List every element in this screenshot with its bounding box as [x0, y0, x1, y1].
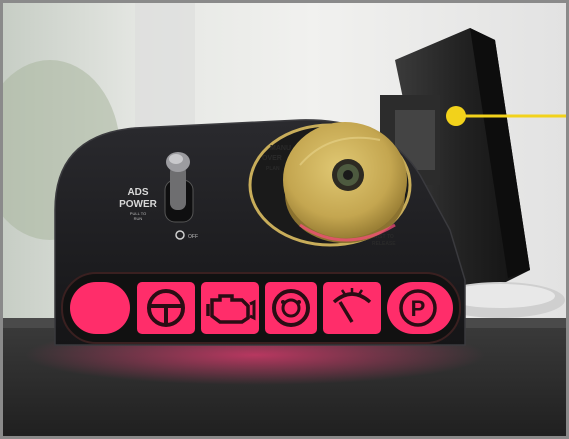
- parking-glyph: P: [411, 296, 426, 321]
- manual-label: MANU: [270, 145, 291, 152]
- off-label: OFF: [188, 234, 198, 240]
- run-label: RUN: [134, 216, 143, 221]
- indicator-strip: P: [61, 272, 461, 344]
- wiper-icon: [323, 282, 381, 334]
- power-label: POWER: [119, 199, 158, 210]
- plan-label: PLAN: [266, 166, 280, 172]
- release-label: RELEASE: [372, 241, 396, 247]
- blank-indicator: [70, 282, 130, 334]
- override-label: OVER: [262, 155, 282, 162]
- parking-brake-icon: P: [387, 282, 453, 334]
- steering-wheel-icon: [137, 282, 195, 334]
- brake-icon: [265, 282, 317, 334]
- ads-power-toggle-switch[interactable]: [164, 152, 194, 223]
- check-engine-icon: [201, 282, 259, 334]
- control-panel: ADS POWER PULL TO RUN OFF MANU OVER PLAN…: [54, 119, 466, 346]
- ads-label: ADS: [127, 187, 148, 198]
- photo-scene: ADS POWER PULL TO RUN OFF MANU OVER PLAN…: [0, 0, 569, 439]
- manual-override-knob[interactable]: [283, 122, 407, 243]
